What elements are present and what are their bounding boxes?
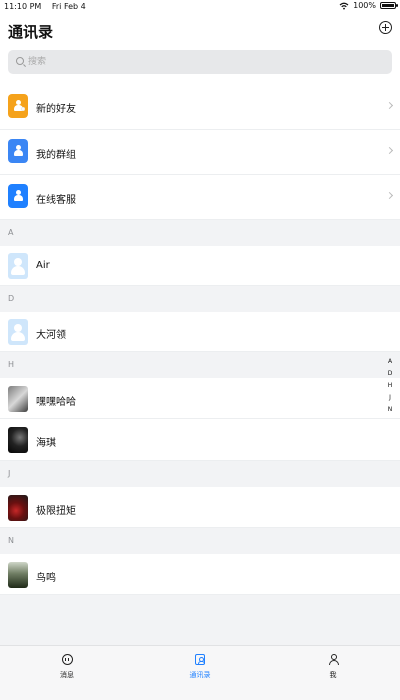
message-icon	[61, 654, 73, 665]
wifi-icon	[339, 2, 349, 9]
tab-label-contacts: 通讯录	[189, 671, 211, 679]
section-header-a: A	[0, 220, 400, 246]
menu-row-customer-service[interactable]: 在线客服	[0, 175, 400, 220]
section-header-h: H	[0, 352, 400, 378]
search-area	[0, 46, 400, 84]
chevron-right-icon	[385, 191, 394, 200]
search-icon	[16, 57, 24, 65]
default-avatar	[8, 319, 28, 345]
chevron-right-icon	[385, 146, 394, 155]
status-date: Fri Feb 4	[51, 2, 86, 11]
chevron-right-icon	[385, 101, 394, 110]
status-right: 100%	[339, 1, 398, 10]
contact-row[interactable]: Air	[0, 246, 400, 286]
menu-row-new-friends[interactable]: 新的好友	[0, 84, 400, 130]
new-friend-icon	[8, 94, 28, 118]
contact-name: 海琪	[36, 438, 56, 449]
index-letter-n[interactable]: N	[385, 404, 395, 416]
my-groups-icon	[8, 139, 28, 163]
section-header-n: N	[0, 528, 400, 554]
contact-name: 极限扭矩	[36, 506, 76, 517]
customer-service-icon	[8, 184, 28, 208]
index-letter-d[interactable]: D	[385, 368, 395, 380]
contact-row[interactable]: 极限扭矩	[0, 487, 400, 528]
menu-label-my-groups: 我的群组	[36, 150, 76, 161]
menu-row-my-groups[interactable]: 我的群组	[0, 130, 400, 175]
photo-avatar	[8, 427, 28, 453]
battery-fill	[382, 4, 394, 7]
contact-name: 鸟鸣	[36, 573, 56, 584]
alphabet-index[interactable]: A D H J N	[385, 356, 395, 416]
tab-me[interactable]: 我	[303, 654, 363, 680]
menu-label-customer-service: 在线客服	[36, 195, 76, 206]
status-time: 11:10 PM	[4, 2, 42, 11]
battery-percent: 100%	[353, 1, 376, 10]
header: 通讯录	[0, 14, 400, 46]
page-title: 通讯录	[8, 23, 54, 41]
add-circle-icon[interactable]	[379, 21, 392, 34]
photo-avatar	[8, 386, 28, 412]
menu-label-new-friends: 新的好友	[36, 104, 76, 115]
status-left: 11:10 PM Fri Feb 4	[4, 2, 94, 11]
tab-label-messages: 消息	[60, 671, 74, 679]
index-letter-h[interactable]: H	[385, 380, 395, 392]
search-box[interactable]	[8, 50, 392, 74]
battery-icon	[380, 2, 398, 9]
status-bar: 11:10 PM Fri Feb 4 100%	[0, 0, 400, 14]
contact-name: 嘿嘿哈哈	[36, 397, 76, 408]
tab-contacts[interactable]: 通讯录	[170, 654, 230, 680]
profile-icon	[328, 654, 339, 665]
index-letter-a[interactable]: A	[385, 356, 395, 368]
tab-label-me: 我	[329, 671, 337, 679]
default-avatar	[8, 253, 28, 279]
contact-row[interactable]: 鸟鸣	[0, 554, 400, 595]
contact-row[interactable]: 海琪	[0, 419, 400, 461]
contact-row[interactable]: 大河领	[0, 312, 400, 352]
search-input[interactable]	[28, 54, 388, 70]
index-letter-j[interactable]: J	[385, 392, 395, 404]
section-header-d: D	[0, 286, 400, 312]
tab-messages[interactable]: 消息	[37, 654, 97, 680]
photo-avatar	[8, 495, 28, 521]
contact-name: Air	[36, 260, 50, 271]
photo-avatar	[8, 562, 28, 588]
contacts-icon	[195, 654, 205, 665]
tab-bar: 消息 通讯录 我	[0, 645, 400, 700]
section-header-j: J	[0, 461, 400, 487]
contact-name: 大河领	[36, 330, 66, 341]
contact-row[interactable]: 嘿嘿哈哈	[0, 378, 400, 419]
